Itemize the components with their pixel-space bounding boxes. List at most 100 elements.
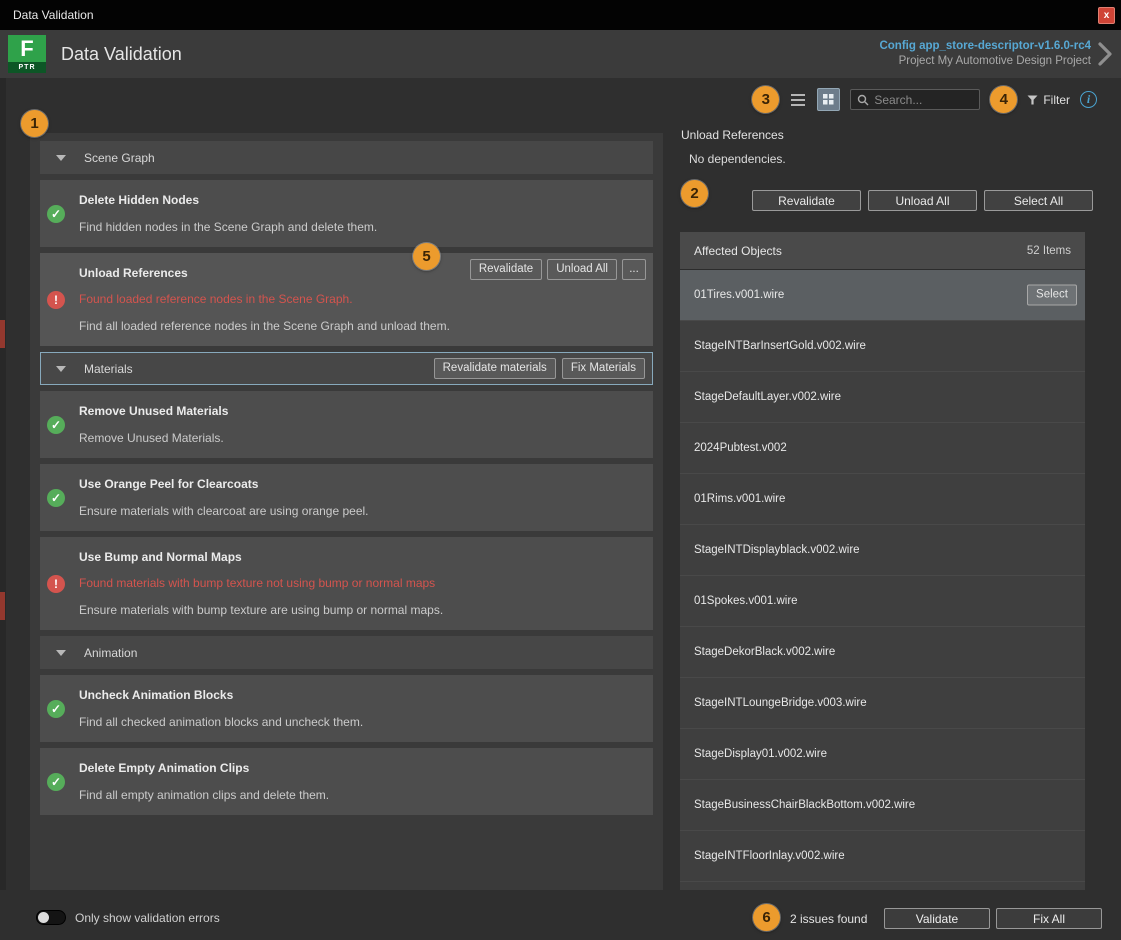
search-icon	[858, 94, 869, 105]
object-name: StageINTLoungeBridge.v003.wire	[694, 697, 867, 709]
logo-badge: PTR	[8, 62, 46, 73]
revalidate-button[interactable]: Revalidate	[469, 259, 543, 280]
check-description: Find all empty animation clips and delet…	[79, 788, 330, 802]
section-header-materials[interactable]: Materials Revalidate materials Fix Mater…	[40, 352, 653, 385]
check-text: Delete Hidden Nodes Find hidden nodes in…	[79, 193, 639, 234]
validate-button[interactable]: Validate	[884, 908, 990, 929]
info-icon[interactable]: i	[1080, 91, 1097, 108]
table-row[interactable]: StageDisplay01.v002.wire	[680, 729, 1085, 780]
validation-checks-panel: Scene Graph ✓ Delete Hidden Nodes Find h…	[30, 133, 663, 890]
page-title: Data Validation	[61, 43, 182, 64]
check-description: Remove Unused Materials.	[79, 431, 224, 445]
check-text: Use Bump and Normal Maps Found materials…	[79, 550, 639, 617]
check-title: Use Orange Peel for Clearcoats	[79, 477, 259, 491]
check-title: Remove Unused Materials	[79, 404, 229, 418]
check-description: Ensure materials with clearcoat are usin…	[79, 504, 369, 518]
check-item-orange-peel-clearcoats[interactable]: ✓ Use Orange Peel for Clearcoats Ensure …	[40, 464, 653, 531]
expander-triangle-icon	[56, 365, 66, 372]
check-item-uncheck-animation-blocks[interactable]: ✓ Uncheck Animation Blocks Find all chec…	[40, 675, 653, 742]
filter-funnel-icon	[1027, 95, 1038, 104]
details-actions: Revalidate Unload All Select All	[752, 190, 1093, 211]
search-box[interactable]	[850, 89, 981, 110]
revalidate-materials-button[interactable]: Revalidate materials	[433, 358, 556, 379]
table-row[interactable]: StageINTLoungeBridge.v003.wire	[680, 678, 1085, 729]
table-row[interactable]: StageDefaultLayer.v002.wire	[680, 372, 1085, 423]
view-mode-button[interactable]	[817, 88, 841, 111]
table-row[interactable]: StageINTDisplayblack.v002.wire	[680, 525, 1085, 576]
check-actions: Revalidate Unload All ...	[469, 259, 646, 280]
toolbar: 3 4 Filter i	[752, 86, 1097, 113]
details-revalidate-button[interactable]: Revalidate	[752, 190, 861, 211]
menu-icon[interactable]	[789, 92, 807, 108]
config-link[interactable]: Config app_store-descriptor-v1.6.0-rc4	[879, 39, 1091, 54]
error-marker	[0, 592, 5, 620]
check-ok-icon: ✓	[47, 699, 65, 718]
expander-triangle-icon	[56, 649, 66, 656]
object-name: StageINTDisplayblack.v002.wire	[694, 544, 860, 556]
section-header-animation[interactable]: Animation	[40, 636, 653, 669]
table-row[interactable]: 01Rims.v001.wire	[680, 474, 1085, 525]
object-name: 01Rims.v001.wire	[694, 493, 786, 505]
table-row[interactable]: StageINTFloorInlay.v002.wire	[680, 831, 1085, 882]
section-label: Scene Graph	[84, 150, 155, 165]
object-name: StageDefaultLayer.v002.wire	[694, 391, 842, 403]
error-marker	[0, 320, 5, 348]
filter-button[interactable]: Filter	[1027, 93, 1070, 107]
check-item-delete-empty-animation-clips[interactable]: ✓ Delete Empty Animation Clips Find all …	[40, 748, 653, 815]
table-row[interactable]: 01Spokes.v001.wire	[680, 576, 1085, 627]
affected-objects-header: Affected Objects 52 Items	[680, 232, 1085, 270]
search-input[interactable]	[874, 92, 974, 107]
only-errors-toggle-label: Only show validation errors	[75, 910, 220, 925]
section-label: Materials	[84, 361, 133, 376]
chevron-right-icon[interactable]	[1097, 41, 1113, 67]
check-ok-icon: ✓	[47, 204, 65, 223]
object-name: StageBusinessChairBlackBottom.v002.wire	[694, 799, 916, 811]
grid-icon	[823, 94, 834, 105]
affected-objects-table: Affected Objects 52 Items 01Tires.v001.w…	[680, 232, 1085, 890]
logo-letter: F	[20, 36, 34, 61]
object-name: StageDekorBlack.v002.wire	[694, 646, 836, 658]
check-error-message: Found materials with bump texture not us…	[79, 576, 436, 590]
object-name: StageINTFloorInlay.v002.wire	[694, 850, 845, 862]
table-row[interactable]: 01Tires.v001.wire Select	[680, 270, 1085, 321]
filter-label: Filter	[1043, 92, 1070, 107]
table-row[interactable]: 2024Pubtest.v002	[680, 423, 1085, 474]
section-header-scene-graph[interactable]: Scene Graph	[40, 141, 653, 174]
check-description: Find all checked animation blocks and un…	[79, 715, 364, 729]
table-row[interactable]: StageINTBarInsertGold.v002.wire	[680, 321, 1085, 372]
check-title: Use Bump and Normal Maps	[79, 550, 242, 564]
check-item-unload-references[interactable]: ! Unload References Found loaded referen…	[40, 253, 653, 346]
annotation-3: 3	[752, 86, 780, 113]
more-options-button[interactable]: ...	[622, 259, 646, 280]
object-name: 2024Pubtest.v002	[694, 442, 787, 454]
table-row[interactable]: StageBusinessChairBlackBottom.v002.wire	[680, 780, 1085, 831]
annotation-6: 6	[753, 904, 780, 931]
section-actions: Revalidate materials Fix Materials	[433, 358, 645, 379]
close-button[interactable]: x	[1098, 7, 1115, 24]
affected-objects-title: Affected Objects	[694, 243, 782, 258]
check-ok-icon: ✓	[47, 415, 65, 434]
unload-all-button[interactable]: Unload All	[547, 259, 617, 280]
details-title: Unload References	[681, 128, 784, 142]
scroll-track[interactable]	[0, 78, 6, 890]
table-row[interactable]: StageDekorBlack.v002.wire	[680, 627, 1085, 678]
check-description: Find hidden nodes in the Scene Graph and…	[79, 220, 378, 234]
annotation-2: 2	[681, 180, 708, 207]
details-select-all-button[interactable]: Select All	[984, 190, 1093, 211]
fix-materials-button[interactable]: Fix Materials	[561, 358, 645, 379]
annotation-4: 4	[990, 86, 1018, 113]
check-item-bump-normal-maps[interactable]: ! Use Bump and Normal Maps Found materia…	[40, 537, 653, 630]
items-count-badge: 52 Items	[1026, 244, 1071, 257]
only-errors-toggle[interactable]	[36, 910, 66, 925]
check-item-delete-hidden-nodes[interactable]: ✓ Delete Hidden Nodes Find hidden nodes …	[40, 180, 653, 247]
check-title: Delete Empty Animation Clips	[79, 761, 250, 775]
fix-all-button[interactable]: Fix All	[996, 908, 1102, 929]
details-unload-all-button[interactable]: Unload All	[868, 190, 977, 211]
issues-found-status: 2 issues found	[790, 912, 868, 926]
window-title: Data Validation	[13, 8, 94, 22]
header-context: Config app_store-descriptor-v1.6.0-rc4 P…	[879, 39, 1121, 69]
select-object-button[interactable]: Select	[1027, 284, 1077, 306]
check-error-icon: !	[47, 290, 65, 309]
check-item-remove-unused-materials[interactable]: ✓ Remove Unused Materials Remove Unused …	[40, 391, 653, 458]
annotation-5: 5	[413, 243, 440, 270]
